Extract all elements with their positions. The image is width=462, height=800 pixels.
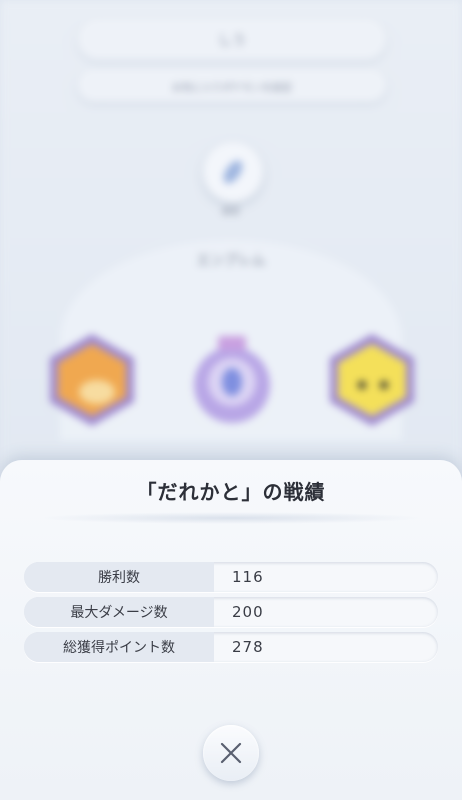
feather-icon bbox=[223, 160, 243, 184]
favorite-pokemon-field: お気に入りポケモンを設定 bbox=[78, 70, 386, 102]
settings-label: 設定 bbox=[221, 207, 240, 217]
stats-table: 勝利数 116 最大ダメージ数 200 総獲得ポイント数 278 bbox=[24, 562, 438, 667]
close-icon bbox=[220, 742, 242, 764]
name-field-text: しう bbox=[218, 33, 246, 49]
name-field: しう bbox=[78, 20, 386, 60]
stat-value: 116 bbox=[232, 568, 264, 586]
crown-emblem-icon bbox=[194, 336, 270, 423]
title-divider bbox=[40, 512, 422, 524]
settings-circle bbox=[203, 142, 263, 202]
close-button[interactable] bbox=[203, 725, 259, 781]
stat-row-max-damage: 最大ダメージ数 200 bbox=[24, 597, 438, 627]
dragonite-emblem-icon bbox=[50, 334, 134, 426]
stat-value: 278 bbox=[232, 638, 264, 656]
favorite-pokemon-text: お気に入りポケモンを設定 bbox=[172, 82, 292, 94]
emblem-heading: エンブレム bbox=[196, 253, 266, 269]
sheet-title: 「だれかと」の戦績 bbox=[136, 480, 326, 504]
stat-row-total-points: 総獲得ポイント数 278 bbox=[24, 632, 438, 662]
stat-label: 総獲得ポイント数 bbox=[24, 632, 214, 662]
stat-label: 勝利数 bbox=[24, 562, 214, 592]
stat-value: 200 bbox=[232, 603, 264, 621]
pikachu-emblem-icon bbox=[330, 334, 414, 426]
stat-label: 最大ダメージ数 bbox=[24, 597, 214, 627]
stat-row-wins: 勝利数 116 bbox=[24, 562, 438, 592]
